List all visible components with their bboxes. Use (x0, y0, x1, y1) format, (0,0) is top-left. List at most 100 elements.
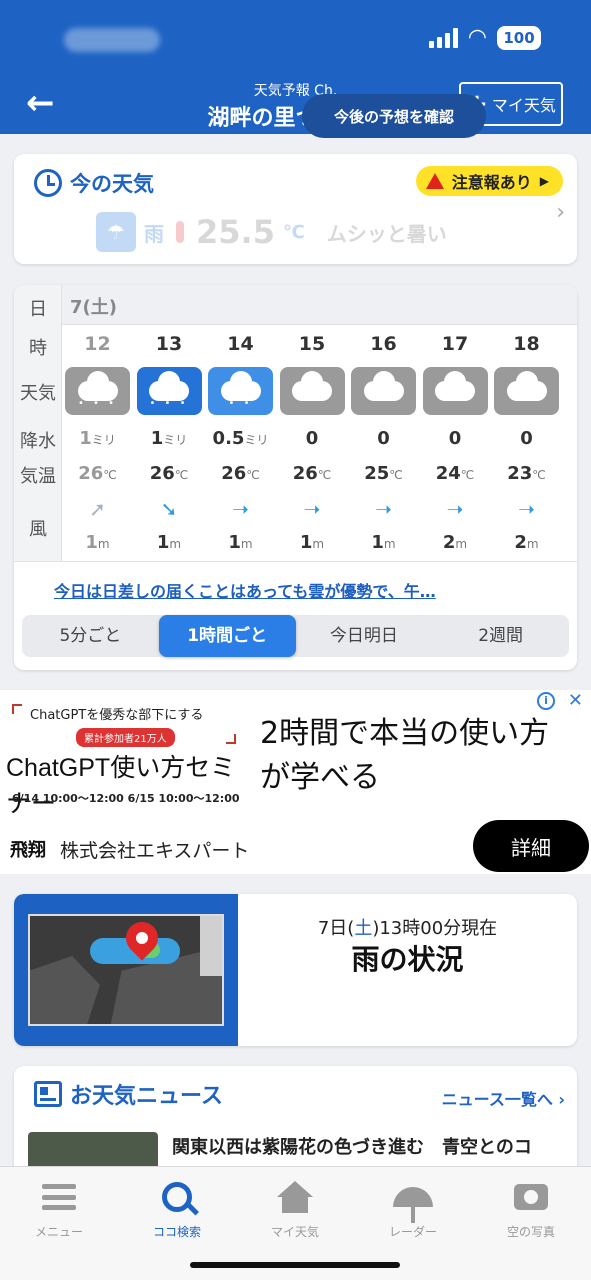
label-wind: 風 (29, 519, 47, 540)
current-weather-card[interactable]: 今の天気 注意報あり ▶ ☂ 雨 25.5 ℃ ムシッと暑い › (14, 154, 577, 264)
hourly-forecast-card: 日 時 天気 降水 気温 風 7(土) 12 • • • 1ミリ 26℃ ➚ 1m 13 • … (14, 285, 577, 670)
hour-column[interactable]: 18 0 23℃ ➝ 2m (491, 325, 562, 561)
umbrella-icon (393, 1187, 433, 1223)
wind-direction-icon: ➚ (89, 497, 106, 521)
hour-column[interactable]: 16 0 25℃ ➝ 1m (348, 325, 419, 561)
menu-icon (42, 1184, 76, 1210)
hour-label: 14 (227, 333, 254, 355)
warning-icon (425, 173, 444, 189)
home-icon (236, 1177, 354, 1217)
hour-label: 17 (441, 333, 469, 355)
hour-column[interactable]: 12 • • • 1ミリ 26℃ ➚ 1m (62, 325, 133, 561)
wind-direction-icon: ➘ (160, 497, 178, 521)
news-headline[interactable]: 関東以西は紫陽花の色づき進む 青空とのコ (172, 1134, 577, 1162)
cloud-icon (494, 367, 559, 415)
date-label: 7(土) (70, 297, 117, 318)
rain-icon: • • • (65, 367, 130, 415)
tab-label: レーダー (388, 1225, 437, 1239)
ad-count-badge: 累計参加者21万人 (76, 728, 175, 747)
chevron-right-icon[interactable]: › (556, 200, 565, 225)
row-labels: 日 時 天気 降水 気温 風 (14, 285, 62, 561)
label-temp: 気温 (20, 466, 56, 487)
tab-label: ココ検索 (152, 1225, 201, 1239)
rain-status-heading: 雨の状況 (351, 943, 464, 976)
ad-logo: 飛翔 (10, 840, 46, 861)
segment-today-tomorrow[interactable]: 今日明日 (296, 615, 433, 657)
feel-description: ムシッと暑い (326, 221, 447, 246)
date-row: 7(土) (62, 285, 577, 325)
temp-value: 24℃ (435, 463, 475, 484)
app-header: ◠ 100 ← 天気予報 Ch. 湖畔の里つきがせ + マイ天気 (0, 0, 591, 134)
temp-value: 26℃ (78, 463, 117, 484)
ad-company: 株式会社エキスパート (60, 840, 250, 862)
rain-icon: ☂ (96, 212, 136, 252)
drizzle-icon: • • (208, 367, 273, 415)
temp-value: 25℃ (364, 463, 403, 484)
radar-map-image (28, 914, 224, 1026)
segment-5min[interactable]: 5分ごと (22, 615, 159, 657)
ad-pre-text: ChatGPTを優秀な部下にする (30, 708, 204, 723)
radar-map[interactable] (14, 894, 238, 1046)
news-more-label: ニュース一覧へ (441, 1090, 553, 1109)
wind-direction-icon: ➝ (303, 497, 321, 521)
rain-status-card[interactable]: 7日(土)13時00分現在 雨の状況 (14, 894, 577, 1046)
wind-direction-icon: ➝ (446, 497, 464, 521)
rain-time-day: 土 (354, 918, 373, 939)
ad-corner (226, 734, 236, 744)
hour-label: 18 (513, 333, 540, 355)
ad-close-icon[interactable]: ✕ (568, 690, 583, 711)
newspaper-icon (34, 1081, 62, 1107)
news-list-link[interactable]: ニュース一覧へ › (442, 1086, 565, 1110)
precip-value: 0 (305, 428, 319, 449)
label-date: 日 (29, 299, 47, 320)
ad-detail-button[interactable]: 詳細 (473, 820, 589, 872)
tab-label: 空の写真 (506, 1225, 555, 1239)
interval-segmented-control: 5分ごと 1時間ごと 今日明日 2週間 (22, 615, 569, 657)
ad-info-icon[interactable]: i (537, 692, 555, 710)
segment-1hour[interactable]: 1時間ごと (158, 615, 296, 657)
status-icons: ◠ 100 (428, 25, 541, 50)
current-temperature: 25.5 (196, 213, 275, 251)
wind-speed: 1m (85, 532, 110, 553)
temp-value: 23℃ (507, 463, 546, 484)
tab-my-weather[interactable]: マイ天気 (236, 1177, 354, 1240)
current-condition: 雨 (144, 221, 164, 246)
tab-menu[interactable]: メニュー (0, 1177, 118, 1240)
label-precip: 降水 (20, 431, 56, 452)
segment-2weeks[interactable]: 2週間 (432, 615, 569, 657)
clock-icon (34, 169, 62, 197)
thermometer-icon (176, 221, 184, 243)
label-weather: 天気 (20, 383, 56, 404)
ad-title: ChatGPT使い方セミナー (6, 754, 236, 818)
wind-speed: 1m (156, 532, 182, 553)
ad-banner[interactable]: ChatGPTを優秀な部下にする 累計参加者21万人 ChatGPT使い方セミナ… (6, 698, 242, 818)
alert-label: 注意報あり (451, 173, 532, 192)
tab-radar[interactable]: レーダー (354, 1177, 472, 1240)
ad-headline[interactable]: 2時間で本当の使い方が学べる (260, 712, 550, 800)
cloud-icon (279, 367, 345, 415)
hour-column[interactable]: 14 • • 0.5ミリ 26℃ ➝ 1m (205, 325, 276, 561)
hour-column[interactable]: 13 • • • 1ミリ 26℃ ➘ 1m (134, 325, 205, 561)
cloud-icon (351, 367, 416, 415)
hour-column[interactable]: 15 0 26℃ ➝ 1m (277, 325, 348, 561)
news-heading: お天気ニュース (34, 1078, 223, 1110)
hour-label: 13 (155, 333, 183, 355)
ad-dates: 6/14 10:00〜12:00 6/15 10:00〜12:00 (12, 792, 240, 805)
wifi-icon: ◠ (467, 25, 487, 50)
alert-badge[interactable]: 注意報あり ▶ (415, 166, 563, 196)
tab-sky-photos[interactable]: 空の写真 (472, 1177, 590, 1240)
check-forecast-button[interactable]: 今後の予想を確認 (302, 94, 486, 138)
precip-value: 1ミリ (79, 428, 116, 449)
rain-icon: • • • (136, 367, 202, 415)
signal-icon (428, 28, 458, 48)
temp-value: 26℃ (292, 463, 332, 484)
ad-corner (12, 704, 22, 714)
tab-label: メニュー (34, 1225, 83, 1239)
forecast-summary-link[interactable]: 今日は日差しの届くことはあっても雲が優勢で、午… (54, 578, 436, 602)
precip-value: 0 (377, 428, 390, 449)
status-time-blurred (64, 28, 160, 52)
precip-value: 0 (520, 428, 533, 449)
news-title: お天気ニュース (70, 1084, 223, 1109)
tab-search[interactable]: ココ検索 (118, 1177, 236, 1240)
hour-column[interactable]: 17 0 24℃ ➝ 2m (420, 325, 491, 561)
